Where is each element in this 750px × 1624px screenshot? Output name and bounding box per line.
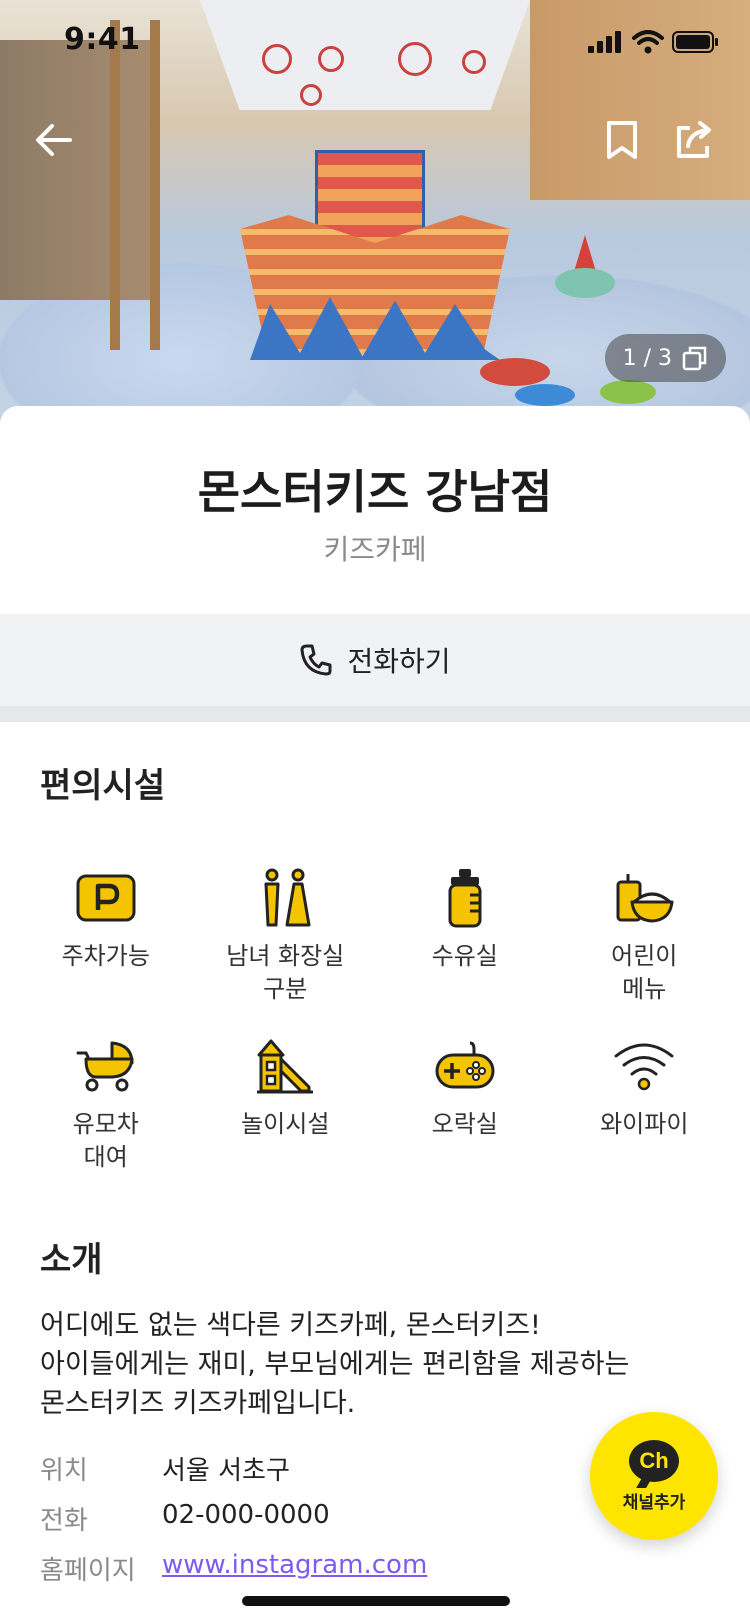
gamepad-icon (433, 1034, 497, 1098)
amenity-item: 오락실 (375, 1034, 555, 1174)
signal-icon (588, 31, 621, 53)
info-homepage: 홈페이지 www.instagram.com (40, 1550, 427, 1587)
place-category: 키즈카페 (323, 533, 427, 566)
photo-ring (462, 50, 486, 74)
call-button[interactable]: 전화하기 (0, 614, 750, 706)
photo-disc (515, 384, 575, 406)
status-time: 9:41 (64, 22, 141, 57)
battery-icon (672, 31, 718, 53)
amenity-item: 어린이 메뉴 (555, 866, 735, 1006)
arrow-left-icon (36, 124, 72, 156)
stroller-icon (74, 1034, 138, 1098)
photo-disc (600, 380, 656, 404)
intro-text: 어디에도 없는 색다른 키즈카페, 몬스터키즈! 아이들에게는 재미, 부모님에… (40, 1306, 720, 1423)
info-value: 서울 서초구 (162, 1456, 290, 1486)
photo-counter-text: 1 / 3 (622, 345, 672, 371)
hero-photo[interactable]: 9:41 1 / 3 (0, 0, 750, 430)
parking-icon (74, 866, 138, 930)
amenity-label: 유모차 대여 (72, 1110, 139, 1171)
kids-meal-icon (612, 866, 676, 930)
amenities-grid: 주차가능 남녀 화장실 구분 수유실 어린이 메뉴 유모차 대여 놀이시설 오락… (16, 866, 734, 1174)
amenity-label: 주차가능 (61, 942, 150, 970)
amenity-item: 와이파이 (555, 1034, 735, 1174)
back-button[interactable] (32, 118, 76, 162)
photo-ring (262, 44, 292, 74)
status-icons (588, 30, 720, 54)
intro-line: 어디에도 없는 색다른 키즈카페, 몬스터키즈! (40, 1310, 541, 1341)
info-key: 전화 (40, 1506, 88, 1536)
amenity-label: 놀이시설 (241, 1110, 330, 1138)
photo-disc (480, 358, 550, 386)
info-key: 위치 (40, 1456, 88, 1486)
photo-ring (300, 84, 322, 106)
info-phone: 전화 02-000-0000 (40, 1500, 330, 1537)
amenity-item: 주차가능 (16, 866, 196, 1006)
photo-wall-left (0, 40, 160, 300)
amenity-item: 남녀 화장실 구분 (196, 866, 376, 1006)
photo-disc (555, 268, 615, 298)
amenity-label: 어린이 메뉴 (611, 942, 678, 1003)
photo-counter[interactable]: 1 / 3 (604, 334, 726, 382)
wifi-status-icon (632, 30, 664, 54)
amenity-label: 와이파이 (600, 1110, 689, 1138)
add-channel-button[interactable]: Ch 채널추가 (590, 1412, 718, 1540)
info-key: 홈페이지 (40, 1556, 136, 1586)
photo-pole (150, 20, 160, 350)
home-indicator (242, 1596, 510, 1606)
amenity-label: 수유실 (431, 942, 498, 970)
baby-bottle-icon (433, 866, 497, 930)
info-location: 위치 서울 서초구 (40, 1450, 290, 1487)
intro-title: 소개 (40, 1240, 103, 1280)
add-channel-label: 채널추가 (622, 1492, 686, 1513)
wifi-icon (612, 1034, 676, 1098)
bookmark-icon (607, 121, 637, 159)
restroom-icon (253, 866, 317, 930)
channel-badge: Ch (639, 1447, 669, 1473)
section-divider (0, 706, 750, 722)
kakao-channel-icon: Ch (629, 1439, 679, 1482)
photo-pole (110, 20, 120, 350)
share-button[interactable] (672, 118, 716, 162)
call-button-label: 전화하기 (347, 645, 451, 678)
amenity-item: 수유실 (375, 866, 555, 1006)
homepage-link[interactable]: www.instagram.com (162, 1550, 427, 1587)
share-icon (677, 121, 711, 158)
amenity-item: 유모차 대여 (16, 1034, 196, 1174)
photo-ring (398, 42, 432, 76)
amenities-title: 편의시설 (40, 766, 166, 806)
intro-line: 아이들에게는 재미, 부모님에게는 편리함을 제공하는 (40, 1349, 630, 1380)
gallery-icon (682, 346, 707, 371)
amenity-label: 오락실 (431, 1110, 498, 1138)
phone-number[interactable]: 02-000-0000 (162, 1500, 330, 1537)
bookmark-button[interactable] (600, 118, 644, 162)
intro-line: 몬스터키즈 키즈카페입니다. (40, 1388, 356, 1419)
amenity-item: 놀이시설 (196, 1034, 376, 1174)
playground-icon (253, 1034, 317, 1098)
amenity-label: 남녀 화장실 구분 (226, 942, 345, 1003)
photo-ring (318, 46, 344, 72)
place-name: 몬스터키즈 강남점 (197, 465, 553, 519)
phone-icon (300, 644, 332, 676)
